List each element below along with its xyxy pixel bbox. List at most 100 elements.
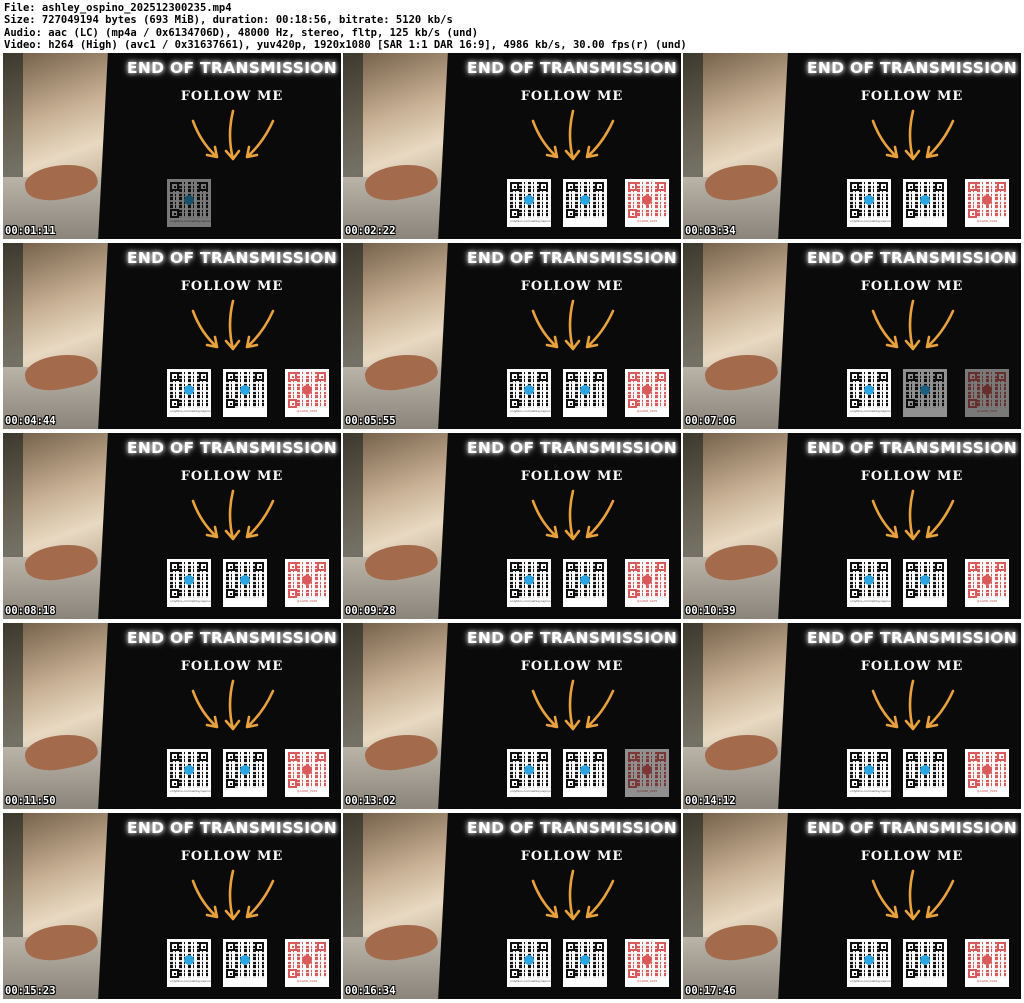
qr-code: onlyfans.com/ashleyospino: [167, 369, 211, 417]
video-frame-thumbnail: END OF TRANSMISSION FOLLOW ME onlyfans.com…: [683, 433, 1021, 619]
qr-caption: onlyfans.com/ashleyospino: [850, 789, 891, 793]
telegram-icon: [240, 765, 250, 775]
telegram-icon: [920, 575, 930, 585]
video-frame-thumbnail: END OF TRANSMISSION FOLLOW ME onlyfans.com…: [683, 53, 1021, 239]
arrows-icon: [191, 109, 275, 161]
follow-me-text: FOLLOW ME: [520, 279, 624, 294]
qr-caption: @ALWR_0935: [976, 219, 998, 223]
qr-code: [903, 559, 947, 607]
follow-me-text: FOLLOW ME: [860, 279, 964, 294]
file-info-header: File: ashley_ospino_202512300235.mp4 Siz…: [4, 2, 1020, 52]
thumbnail-grid: END OF TRANSMISSION FOLLOW ME onlyfans.com…: [3, 53, 1021, 1001]
instagram-icon: [982, 385, 992, 395]
qr-code: [223, 749, 267, 797]
qr-caption: onlyfans.com/ashleyospino: [510, 219, 551, 223]
video-frame-thumbnail: END OF TRANSMISSION FOLLOW ME onlyfans.com…: [683, 243, 1021, 429]
video-frame-thumbnail: END OF TRANSMISSION FOLLOW ME onlyfans.com…: [343, 243, 681, 429]
qr-code: [563, 179, 607, 227]
qr-caption: @ALWR_0935: [976, 409, 998, 413]
arrows-icon: [871, 489, 955, 541]
telegram-icon: [580, 765, 590, 775]
arrows-icon: [531, 869, 615, 921]
telegram-icon: [864, 195, 874, 205]
follow-me-text: FOLLOW ME: [860, 89, 964, 104]
arrows-icon: [531, 679, 615, 731]
frame-photo: [683, 243, 793, 429]
qr-code: [223, 369, 267, 417]
telegram-icon: [184, 385, 194, 395]
frame-photo: [683, 53, 793, 239]
telegram-icon: [864, 575, 874, 585]
end-of-transmission-title: END OF TRANSMISSION: [466, 59, 678, 77]
frame-photo: [3, 433, 113, 619]
follow-me-text: FOLLOW ME: [180, 279, 284, 294]
telegram-icon: [184, 575, 194, 585]
qr-caption: onlyfans.com/ashleyospino: [510, 789, 551, 793]
qr-caption: onlyfans.com/ashleyospino: [510, 409, 551, 413]
follow-me-text: FOLLOW ME: [180, 469, 284, 484]
end-of-transmission-title: END OF TRANSMISSION: [466, 629, 678, 647]
frame-photo: [343, 623, 453, 809]
video-frame-thumbnail: END OF TRANSMISSION FOLLOW ME onlyfans.com…: [343, 623, 681, 809]
telegram-icon: [524, 195, 534, 205]
qr-code: [903, 939, 947, 987]
frame-photo: [3, 623, 113, 809]
qr-caption: onlyfans.com/ashleyospino: [170, 979, 211, 983]
follow-me-text: FOLLOW ME: [180, 89, 284, 104]
video-frame-thumbnail: END OF TRANSMISSION FOLLOW ME onlyfans.com…: [3, 813, 341, 999]
frame-timestamp: 00:04:44: [5, 415, 56, 427]
video-line: Video: h264 (High) (avc1 / 0x31637661), …: [4, 38, 687, 51]
telegram-icon: [184, 955, 194, 965]
qr-code: onlyfans.com/ashleyospino: [507, 749, 551, 797]
telegram-icon: [524, 955, 534, 965]
qr-caption: onlyfans.com/ashleyospino: [850, 219, 891, 223]
qr-code: onlyfans.com/ashleyospino: [167, 939, 211, 987]
qr-caption: @ALWR_0935: [296, 789, 318, 793]
qr-caption: @ALWR_0935: [296, 599, 318, 603]
qr-code: @ALWR_0935: [965, 939, 1009, 987]
telegram-icon: [920, 385, 930, 395]
frame-timestamp: 00:02:22: [345, 225, 396, 237]
qr-code: @ALWR_0935: [965, 749, 1009, 797]
qr-caption: @ALWR_0935: [296, 409, 318, 413]
telegram-icon: [864, 765, 874, 775]
frame-photo: [343, 433, 453, 619]
frame-timestamp: 00:16:34: [345, 985, 396, 997]
frame-timestamp: 00:15:23: [5, 985, 56, 997]
arrows-icon: [871, 869, 955, 921]
frame-photo: [3, 53, 113, 239]
instagram-icon: [982, 765, 992, 775]
telegram-icon: [864, 955, 874, 965]
qr-code: @ALWR_0935: [625, 369, 669, 417]
arrows-icon: [531, 489, 615, 541]
qr-code: onlyfans.com/ashleyospino: [847, 939, 891, 987]
video-frame-thumbnail: END OF TRANSMISSION FOLLOW ME onlyfans.com…: [3, 53, 341, 239]
end-of-transmission-title: END OF TRANSMISSION: [126, 819, 338, 837]
qr-caption: onlyfans.com/ashleyospino: [170, 219, 211, 223]
frame-photo: [3, 813, 113, 999]
frame-photo: [683, 433, 793, 619]
video-frame-thumbnail: END OF TRANSMISSION FOLLOW ME onlyfans.com…: [683, 813, 1021, 999]
end-of-transmission-title: END OF TRANSMISSION: [806, 59, 1018, 77]
frame-timestamp: 00:17:46: [685, 985, 736, 997]
frame-photo: [683, 813, 793, 999]
telegram-icon: [524, 575, 534, 585]
arrows-icon: [871, 109, 955, 161]
arrows-icon: [191, 299, 275, 351]
telegram-icon: [240, 955, 250, 965]
video-frame-thumbnail: END OF TRANSMISSION FOLLOW ME onlyfans.com…: [343, 813, 681, 999]
follow-me-text: FOLLOW ME: [180, 659, 284, 674]
instagram-icon: [982, 955, 992, 965]
qr-code: onlyfans.com/ashleyospino: [507, 369, 551, 417]
end-of-transmission-title: END OF TRANSMISSION: [466, 819, 678, 837]
qr-code: @ALWR_0935: [285, 559, 329, 607]
qr-code: [223, 939, 267, 987]
follow-me-text: FOLLOW ME: [860, 469, 964, 484]
frame-photo: [3, 243, 113, 429]
frame-photo: [343, 813, 453, 999]
video-frame-thumbnail: END OF TRANSMISSION FOLLOW ME onlyfans.com…: [3, 623, 341, 809]
instagram-icon: [302, 955, 312, 965]
frame-timestamp: 00:13:02: [345, 795, 396, 807]
instagram-icon: [982, 195, 992, 205]
qr-code: onlyfans.com/ashleyospino: [847, 179, 891, 227]
